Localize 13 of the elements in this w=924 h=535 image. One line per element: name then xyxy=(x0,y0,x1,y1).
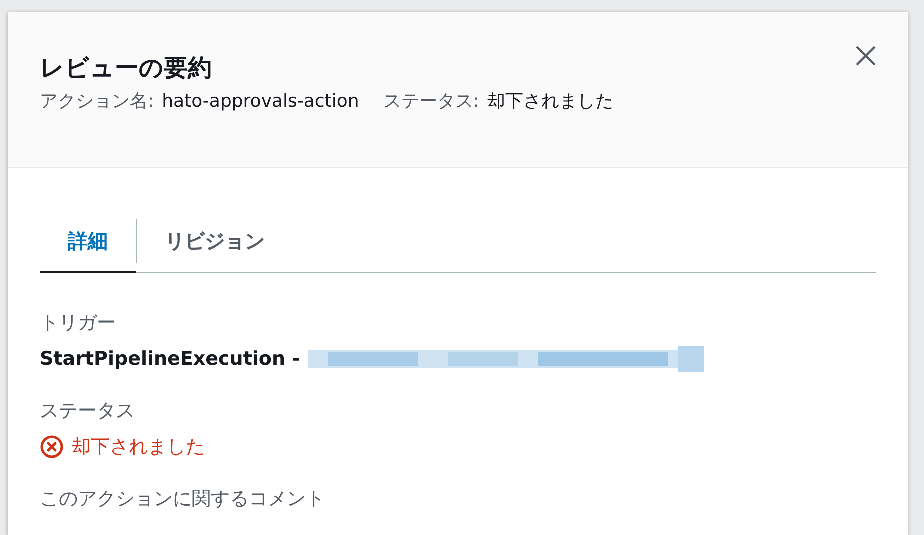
status-text: 却下されました xyxy=(487,90,614,114)
modal-title: レビューの要約 xyxy=(40,53,213,84)
field-label: ステータス xyxy=(40,399,136,424)
action-value: hato-approvals-action xyxy=(162,90,360,114)
action-label: アクション名: xyxy=(40,90,154,114)
status-label: ステータス: xyxy=(383,90,480,114)
error-icon xyxy=(40,435,64,459)
trigger-value: StartPipelineExecution - xyxy=(40,347,300,372)
tab[interactable]: リビジョン xyxy=(137,210,293,273)
field-label: このアクションに関するコメント xyxy=(40,487,326,512)
close-icon xyxy=(855,45,877,67)
field-label: トリガー xyxy=(40,311,117,336)
status-value: 却下されました xyxy=(72,435,205,460)
